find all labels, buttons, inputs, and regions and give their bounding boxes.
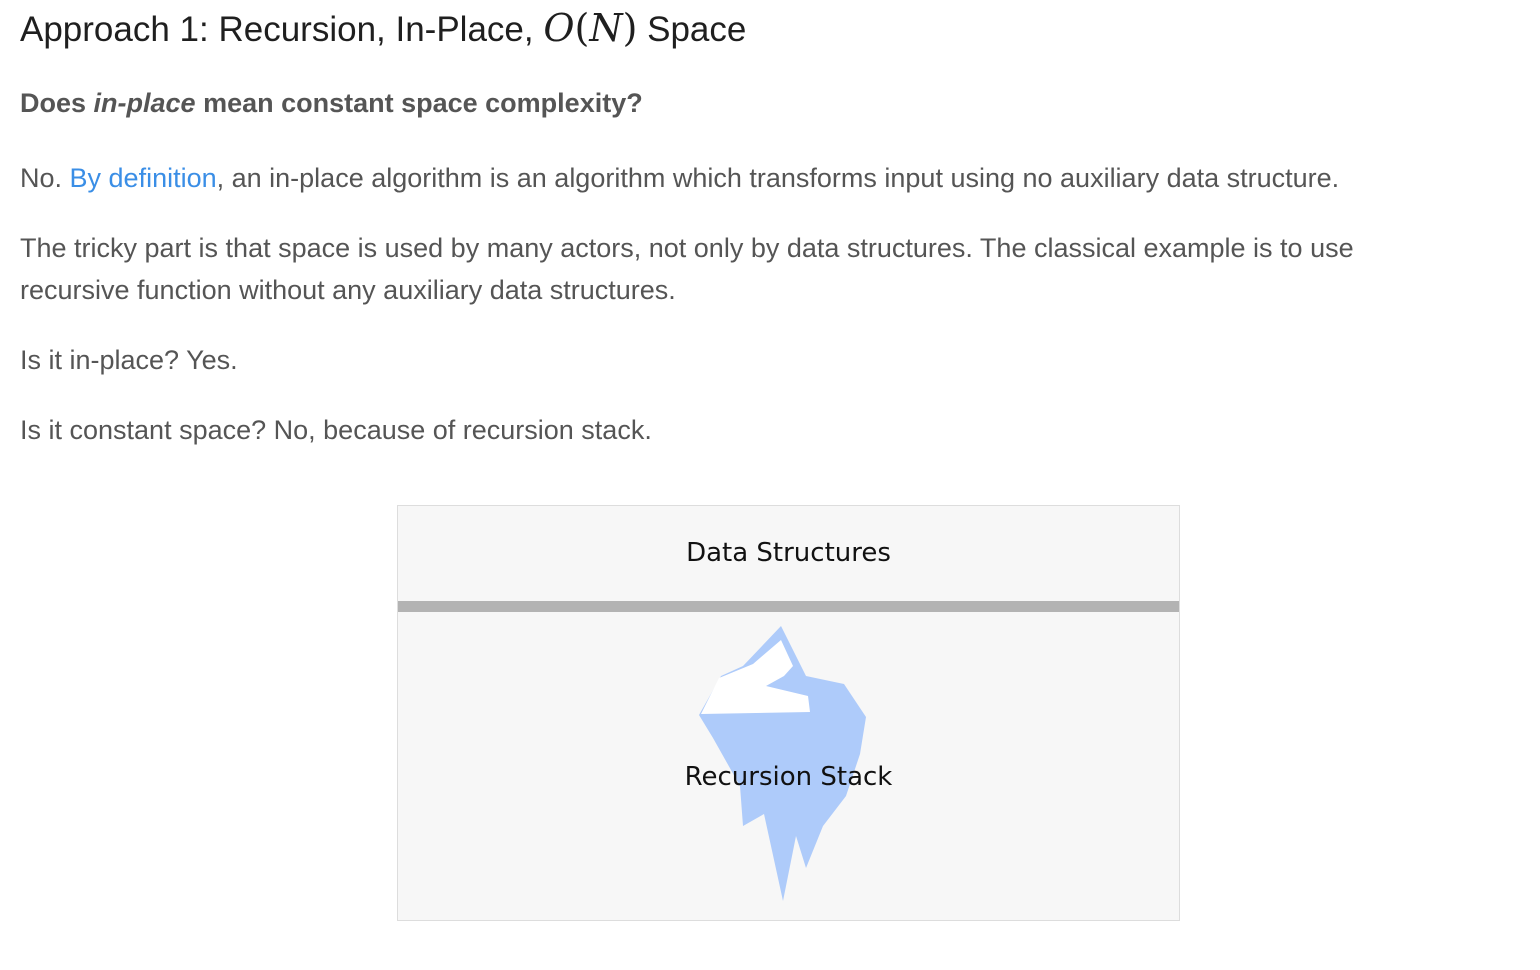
question-before: Does	[20, 88, 94, 118]
para1-after: , an in-place algorithm is an algorithm …	[216, 163, 1340, 193]
math-lparen: (	[574, 6, 590, 50]
para2-line1: The tricky part is that space is used by…	[20, 233, 1354, 263]
in-place-paragraph: Is it in-place? Yes.	[20, 345, 238, 375]
question-paragraph: Does in-place mean constant space comple…	[20, 88, 643, 119]
big-o-notation: O(N)	[543, 6, 637, 50]
math-n: N	[589, 6, 623, 50]
question-emph: in-place	[93, 88, 196, 118]
article: Approach 1: Recursion, In-Place, O(N) Sp…	[0, 0, 1540, 970]
heading-suffix: Space	[637, 10, 747, 49]
math-o: O	[543, 6, 575, 50]
definition-link[interactable]: By definition	[70, 163, 217, 193]
para1-before: No.	[20, 163, 70, 193]
iceberg-illustration	[398, 601, 1179, 901]
math-rparen: )	[622, 6, 638, 50]
definition-paragraph: No. By definition, an in-place algorithm…	[20, 157, 1339, 199]
iceberg-figure: Data Structures Recursion Stack	[397, 505, 1180, 921]
recursion-stack-label: Recursion Stack	[684, 762, 893, 792]
tricky-part-paragraph: The tricky part is that space is used by…	[20, 227, 1354, 311]
section-heading: Approach 1: Recursion, In-Place, O(N) Sp…	[20, 4, 746, 54]
waterline	[398, 601, 1179, 612]
constant-space-paragraph: Is it constant space? No, because of rec…	[20, 415, 652, 445]
question-after: mean constant space complexity?	[195, 88, 643, 118]
data-structures-label: Data Structures	[686, 538, 891, 568]
heading-prefix: Approach 1: Recursion, In-Place,	[20, 10, 544, 49]
para2-line2: recursive function without any auxiliary…	[20, 275, 676, 305]
